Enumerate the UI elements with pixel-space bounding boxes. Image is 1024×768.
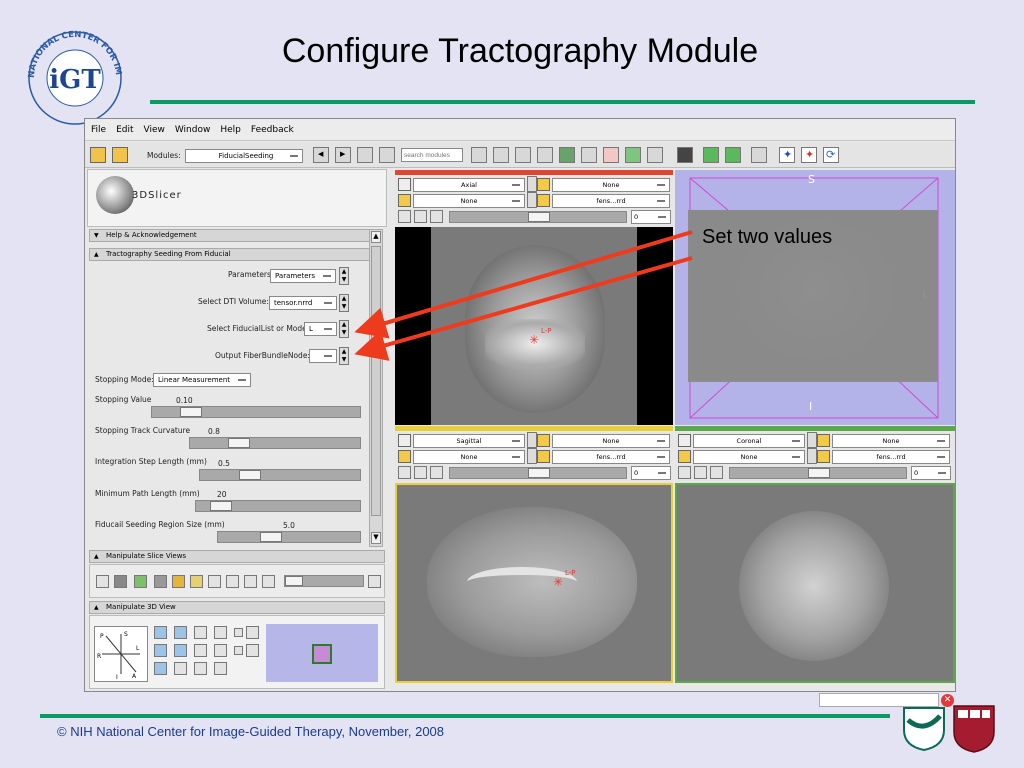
bottom-divider [40,714,890,718]
arrow-to-fiducial [354,230,693,339]
arrow-to-output [354,256,693,361]
nih-shield-logo [903,707,945,752]
footer-text: © NIH National Center for Image-Guided T… [57,724,445,739]
harvard-shield-logo [953,705,995,753]
annotation-arrows [354,230,693,361]
